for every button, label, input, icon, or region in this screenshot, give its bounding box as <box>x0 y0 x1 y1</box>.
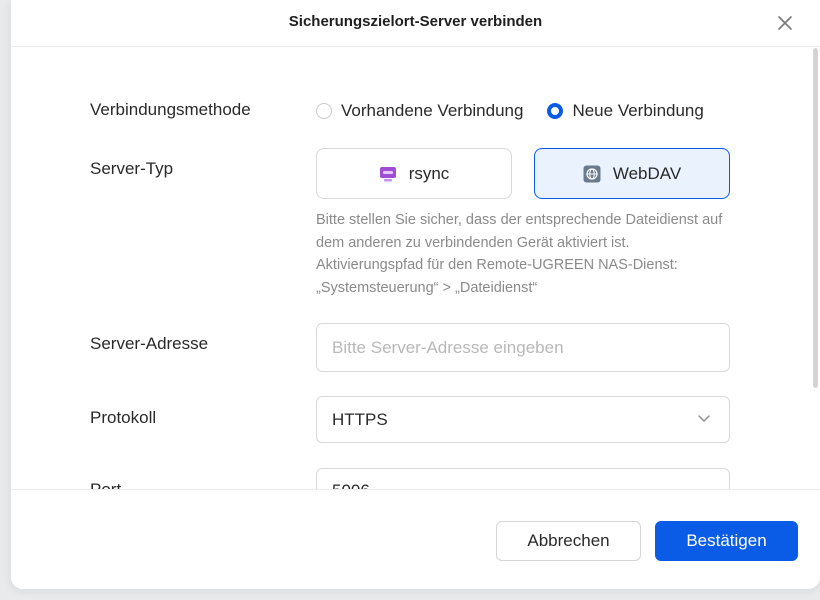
radio-new-connection[interactable]: Neue Verbindung <box>547 101 704 121</box>
protocol-label: Protokoll <box>90 408 157 427</box>
close-icon[interactable] <box>776 14 794 32</box>
server-type-hint: Bitte stellen Sie sicher, dass der entsp… <box>316 209 746 299</box>
radio-checked-icon <box>547 103 564 119</box>
server-type-webdav-card[interactable]: WebDAV <box>534 148 730 199</box>
server-address-input[interactable]: Bitte Server-Adresse eingeben <box>316 323 730 372</box>
server-address-label: Server-Adresse <box>90 334 209 353</box>
hint-line: dem anderen zu verbindenden Gerät aktivi… <box>316 234 630 251</box>
dialog-footer: Abbrechen Bestätigen <box>11 489 820 589</box>
radio-label: Neue Verbindung <box>572 101 704 120</box>
port-value: 5006 <box>332 481 370 489</box>
chevron-down-icon <box>698 415 710 422</box>
connection-method-label: Verbindungsmethode <box>90 100 251 119</box>
server-type-label-webdav: WebDAV <box>612 163 682 183</box>
content-scrollbar[interactable] <box>813 48 819 488</box>
rsync-icon <box>379 166 396 181</box>
dialog-content: Verbindungsmethode Vorhandene Verbindung… <box>11 47 820 489</box>
server-type-label-rsync: rsync <box>408 163 450 183</box>
webdav-globe-icon <box>583 165 601 182</box>
connection-method-radio-group: Vorhandene Verbindung Neue Verbindung <box>316 99 728 123</box>
hint-line: Bitte stellen Sie sicher, dass der entsp… <box>316 212 723 228</box>
port-input[interactable]: 5006 <box>316 468 730 489</box>
dialog-header: Sicherungszielort-Server verbinden <box>11 0 820 47</box>
hint-line: Aktivierungspfad für den Remote-UGREEN N… <box>316 257 678 273</box>
radio-existing-connection[interactable]: Vorhandene Verbindung <box>316 101 523 121</box>
scrollbar-thumb[interactable] <box>813 48 818 388</box>
port-label: Port <box>90 480 121 489</box>
server-type-rsync-card[interactable]: rsync <box>316 148 512 199</box>
server-type-label: Server-Typ <box>90 159 174 178</box>
dialog-title: Sicherungszielort-Server verbinden <box>288 13 543 30</box>
server-address-placeholder: Bitte Server-Adresse eingeben <box>332 337 564 357</box>
protocol-value: HTTPS <box>332 409 388 429</box>
confirm-button[interactable]: Bestätigen <box>655 521 798 561</box>
cancel-button[interactable]: Abbrechen <box>496 521 641 561</box>
radio-unchecked-icon <box>316 103 332 119</box>
protocol-select[interactable]: HTTPS <box>316 396 730 443</box>
radio-label: Vorhandene Verbindung <box>341 101 524 120</box>
hint-line: „Systemsteuerung“ > „Dateidienst“ <box>316 279 538 296</box>
connect-server-dialog: Sicherungszielort-Server verbinden Verbi… <box>11 0 820 589</box>
